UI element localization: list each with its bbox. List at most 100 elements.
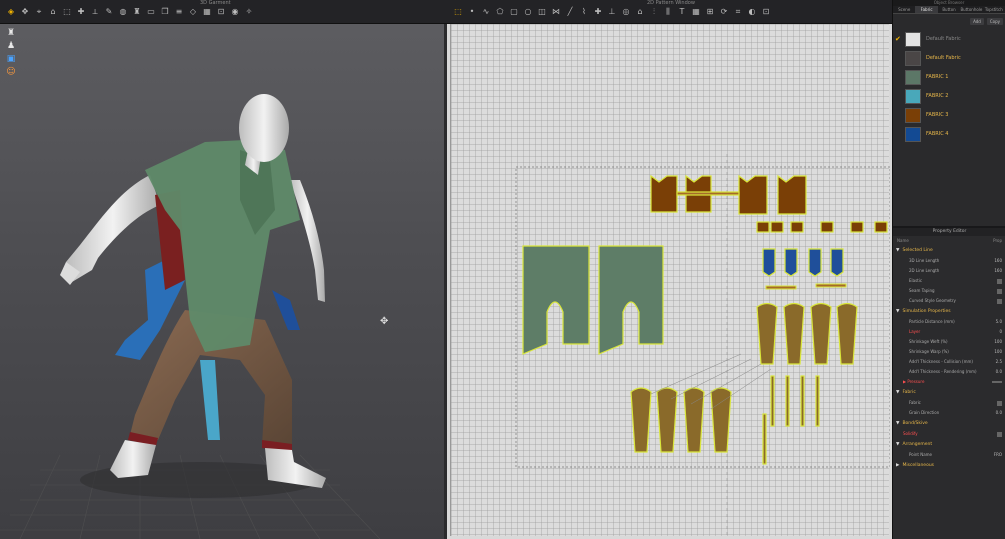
property-label: Shrinkage Weft (%)	[909, 339, 948, 344]
property-value[interactable]: 100	[994, 347, 1002, 357]
property-section[interactable]: ▼ Arrangement	[893, 439, 1005, 450]
tack-icon[interactable]: ✚	[593, 7, 603, 17]
property-value[interactable]: 5.0	[996, 317, 1002, 327]
brush-icon[interactable]: ◍	[118, 7, 128, 17]
section-toggle-icon[interactable]: ▼	[896, 421, 899, 426]
brown-pattern-group[interactable]	[650, 174, 888, 233]
section-label: Simulation Properties	[902, 309, 951, 314]
property-section[interactable]: ▼ Simulation Properties	[893, 306, 1005, 317]
property-value[interactable]: 100	[994, 337, 1002, 347]
strap-pattern-group[interactable]	[765, 283, 847, 290]
edit-point-icon[interactable]: •	[467, 7, 477, 17]
viewport-2d[interactable]: ⬚ • ∿ ⬠ ▢ ○ ◫ ⋈ ╱ ⌇ ✚ ⊥ ◎ ⌂ ⫶ ⫼ T ▦ ⊞ ⟳ ⌗ ◐ ⊡ 2D Pattern Window	[447, 0, 892, 539]
ochre-pattern-group[interactable]	[630, 302, 858, 465]
fold-icon[interactable]: ⌂	[48, 7, 58, 17]
property-row: Fabric	[893, 398, 1005, 408]
property-value[interactable]: 160	[994, 256, 1002, 266]
grid-icon[interactable]: ▦	[691, 7, 701, 17]
internal-shape-icon[interactable]: ◫	[537, 7, 547, 17]
move-icon[interactable]: ✥	[20, 7, 30, 17]
tack-icon[interactable]: ✚	[76, 7, 86, 17]
arrange-icon[interactable]: ⊞	[705, 7, 715, 17]
property-value[interactable]: 0	[999, 327, 1002, 337]
pattern-pieces[interactable]	[451, 24, 890, 536]
transform-icon[interactable]: ⬚	[62, 7, 72, 17]
copy-icon[interactable]: ❐	[160, 7, 170, 17]
tab-scene[interactable]: Scene	[893, 6, 915, 13]
trace-icon[interactable]: ⌇	[579, 7, 589, 17]
fabric-item[interactable]: FABRIC 1	[893, 68, 1005, 86]
tab-buttonhole[interactable]: Buttonhole	[960, 6, 982, 13]
notch-icon[interactable]: ⊥	[607, 7, 617, 17]
property-value[interactable]: 0.0	[996, 367, 1002, 377]
property-checkbox[interactable]	[997, 431, 1002, 437]
ruler-icon[interactable]: ▭	[146, 7, 156, 17]
fabric-item[interactable]: ✔ Default Fabric	[893, 30, 1005, 48]
property-checkbox[interactable]	[997, 288, 1002, 294]
polygon-icon[interactable]: ⬠	[495, 7, 505, 17]
section-toggle-icon[interactable]: ▶	[896, 463, 899, 468]
property-checkbox[interactable]	[997, 298, 1002, 304]
light-icon[interactable]: ✧	[244, 7, 254, 17]
section-toggle-icon[interactable]: ▼	[896, 442, 899, 447]
add-fabric-button[interactable]: Add	[970, 18, 984, 25]
section-toggle-icon[interactable]: ▼	[896, 248, 899, 253]
show-icon[interactable]: ◐	[747, 7, 757, 17]
green-pattern-group[interactable]	[522, 245, 664, 355]
shape-icon[interactable]: ◇	[188, 7, 198, 17]
select-mesh-icon[interactable]: ◈	[6, 7, 16, 17]
zipper-icon[interactable]: ⫶	[649, 7, 659, 17]
text-icon[interactable]: T	[677, 7, 687, 17]
fabric-item[interactable]: Default Fabric	[893, 49, 1005, 67]
property-checkbox[interactable]	[997, 400, 1002, 406]
pin-icon[interactable]: ⌖	[34, 7, 44, 17]
viewport-3d[interactable]: ◈ ✥ ⌖ ⌂ ⬚ ✚ ⟂ ✎ ◍ ♜ ▭ ❐ ≡ ◇ ▦ ⊡ ◉ ✧ 3D Garment ♜ ♟ ▣ ☺	[0, 0, 447, 539]
property-row: 2D Line Length 160	[893, 266, 1005, 276]
copy-fabric-button[interactable]: Copy	[986, 18, 1003, 25]
section-toggle-icon[interactable]: ▼	[896, 390, 899, 395]
seam-icon[interactable]: ⋈	[551, 7, 561, 17]
tab-button[interactable]: Button	[938, 6, 960, 13]
blue-pattern-group[interactable]	[762, 248, 844, 277]
segment-icon[interactable]: ╱	[565, 7, 575, 17]
property-row: Shrinkage Warp (%) 100	[893, 347, 1005, 357]
property-section[interactable]: ▼ Fabric	[893, 387, 1005, 398]
fabric-item[interactable]: FABRIC 3	[893, 106, 1005, 124]
property-label: Add'l Thickness - Collision (mm)	[909, 359, 973, 364]
property-section[interactable]: ▼ Selected Line	[893, 245, 1005, 256]
rectangle-icon[interactable]: ▢	[509, 7, 519, 17]
sync-icon[interactable]: ⟳	[719, 7, 729, 17]
property-slider[interactable]	[992, 381, 1002, 383]
property-section[interactable]: ▼ Bond/Skive	[893, 418, 1005, 429]
curve-icon[interactable]: ∿	[481, 7, 491, 17]
lock-icon[interactable]: ⊡	[761, 7, 771, 17]
property-row: Layer 0	[893, 327, 1005, 337]
tab-fabric[interactable]: Fabric	[915, 6, 938, 13]
eye-icon[interactable]: ◉	[230, 7, 240, 17]
pen-icon[interactable]: ✎	[104, 7, 114, 17]
layer-icon[interactable]: ≡	[174, 7, 184, 17]
transform-icon[interactable]: ⬚	[453, 7, 463, 17]
avatar-scene[interactable]	[0, 24, 447, 539]
button-icon[interactable]: ◎	[621, 7, 631, 17]
fabric-item[interactable]: FABRIC 2	[893, 87, 1005, 105]
section-toggle-icon[interactable]: ▼	[896, 309, 899, 314]
property-value[interactable]: FRO	[994, 450, 1002, 460]
property-checkbox[interactable]	[997, 278, 1002, 284]
pattern-grid[interactable]	[450, 24, 890, 536]
property-value[interactable]: 160	[994, 266, 1002, 276]
fabric-item[interactable]: FABRIC 4	[893, 125, 1005, 143]
property-value[interactable]: 0.0	[996, 408, 1002, 418]
circle-icon[interactable]: ○	[523, 7, 533, 17]
lock-icon[interactable]: ⊡	[216, 7, 226, 17]
shirt-icon[interactable]: ♜	[132, 7, 142, 17]
align-icon[interactable]: ⫼	[663, 7, 673, 17]
property-value[interactable]: 2.5	[996, 357, 1002, 367]
property-row: Seam Taping	[893, 286, 1005, 296]
fold-icon[interactable]: ⌂	[635, 7, 645, 17]
tab-topstitch[interactable]: Topstitch	[983, 6, 1005, 13]
measure-icon[interactable]: ⟂	[90, 7, 100, 17]
snap-icon[interactable]: ⌗	[733, 7, 743, 17]
property-section[interactable]: ▶ Miscellaneous	[893, 460, 1005, 471]
grid-icon[interactable]: ▦	[202, 7, 212, 17]
